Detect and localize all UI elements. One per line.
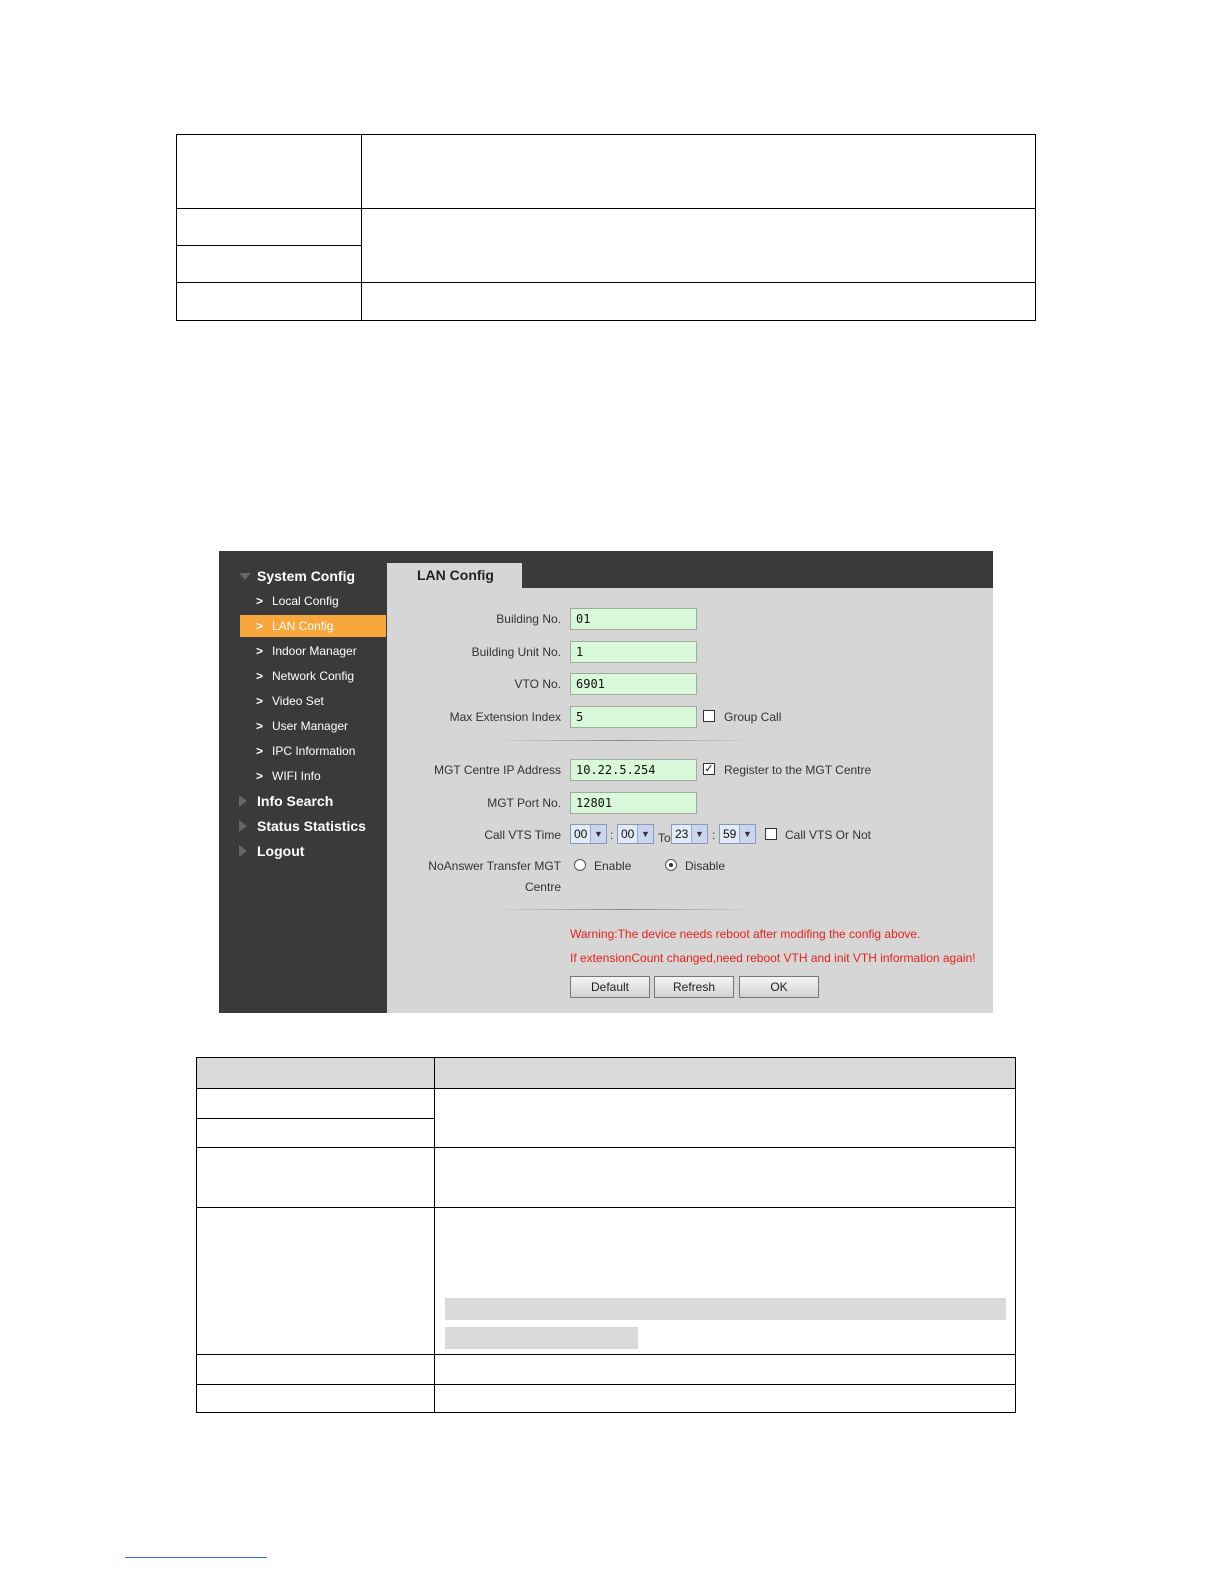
top-table [176, 134, 1036, 321]
building-unit-no-label: Building Unit No. [471, 645, 561, 659]
mgt-centre-ip-input[interactable]: 10.22.5.254 [570, 759, 697, 781]
mgt-port-no-input[interactable]: 12801 [570, 792, 697, 814]
call-vts-or-not-label: Call VTS Or Not [785, 828, 872, 842]
sidebar-item-label: LAN Config [272, 619, 334, 633]
table-row-divider [197, 1384, 1015, 1385]
section-divider [489, 909, 759, 910]
sidebar-item-video-set[interactable]: > Video Set [240, 690, 386, 712]
sidebar-item-lan-config[interactable]: > LAN Config [240, 615, 386, 637]
call-vts-time-label: Call VTS Time [484, 828, 561, 842]
expanded-triangle-icon [239, 573, 251, 580]
end-hour-value: 23 [675, 827, 689, 841]
footnote-separator [125, 1557, 267, 1558]
section-divider [489, 740, 759, 741]
end-minute-select[interactable]: 59 ▼ [719, 824, 756, 844]
chevron-down-icon: ▼ [637, 825, 653, 843]
start-minute-select[interactable]: 00 ▼ [617, 824, 654, 844]
sidebar-item-label: WIFI Info [272, 769, 321, 783]
sidebar-item-label: Indoor Manager [272, 644, 357, 658]
collapsed-triangle-icon [239, 820, 247, 832]
max-extension-index-input[interactable]: 5 [570, 706, 697, 728]
sidebar-item-label: Local Config [272, 594, 339, 608]
chevron-right-icon: > [256, 594, 264, 608]
chevron-down-icon: ▼ [691, 825, 707, 843]
highlight-bar [445, 1327, 638, 1349]
start-hour-select[interactable]: 00 ▼ [570, 824, 607, 844]
lan-config-screenshot: System Config > Local Config > LAN Confi… [219, 551, 993, 1013]
noanswer-transfer-label: NoAnswer Transfer MGT [428, 859, 561, 873]
max-extension-index-label: Max Extension Index [449, 710, 561, 724]
mgt-port-no-label: MGT Port No. [487, 796, 561, 810]
building-no-label: Building No. [496, 612, 561, 626]
vto-no-label: VTO No. [514, 677, 561, 691]
chevron-down-icon: ▼ [590, 825, 606, 843]
chevron-right-icon: > [256, 644, 264, 658]
register-mgt-label: Register to the MGT Centre [724, 763, 872, 777]
mgt-centre-ip-label: MGT Centre IP Address [434, 763, 561, 777]
chevron-right-icon: > [256, 619, 264, 633]
collapsed-triangle-icon [239, 795, 247, 807]
collapsed-triangle-icon [239, 845, 247, 857]
vto-no-input[interactable]: 6901 [570, 673, 697, 695]
extension-warning: If extensionCount changed,need reboot VT… [570, 951, 976, 965]
sidebar-item-ipc-information[interactable]: > IPC Information [240, 740, 386, 762]
sidebar-group-info-search[interactable]: Info Search [257, 793, 333, 809]
sidebar-item-indoor-manager[interactable]: > Indoor Manager [240, 640, 386, 662]
start-minute-value: 00 [621, 827, 635, 841]
default-button[interactable]: Default [570, 976, 650, 998]
top-table-row-divider [177, 282, 1035, 283]
time-separator: : [712, 828, 716, 842]
end-hour-select[interactable]: 23 ▼ [671, 824, 708, 844]
start-hour-value: 00 [574, 827, 588, 841]
sidebar-item-label: Network Config [272, 669, 355, 683]
table-header-row [197, 1058, 1015, 1089]
chevron-right-icon: > [256, 719, 264, 733]
bottom-table [196, 1057, 1016, 1413]
tab-lan-config[interactable]: LAN Config [387, 563, 522, 588]
top-table-row-divider [177, 208, 1035, 209]
time-separator: : [610, 828, 614, 842]
table-row-divider [197, 1118, 434, 1119]
register-mgt-checkbox[interactable]: ✓ [703, 763, 715, 775]
table-row-divider [197, 1147, 1015, 1148]
building-unit-no-input[interactable]: 1 [570, 641, 697, 663]
radio-selected-dot [669, 863, 673, 867]
highlight-bar [445, 1298, 1006, 1320]
chevron-right-icon: > [256, 669, 264, 683]
group-call-checkbox[interactable] [703, 710, 715, 722]
disable-radio-label: Disable [685, 859, 726, 873]
sidebar-group-status-statistics[interactable]: Status Statistics [257, 818, 366, 834]
group-call-label: Group Call [724, 710, 782, 724]
sidebar-item-label: Video Set [272, 694, 324, 708]
sidebar-item-network-config[interactable]: > Network Config [240, 665, 386, 687]
chevron-right-icon: > [256, 744, 264, 758]
noanswer-transfer-label-line2: Centre [524, 880, 561, 894]
enable-radio-label: Enable [594, 859, 632, 873]
sidebar-group-logout[interactable]: Logout [257, 843, 304, 859]
top-table-row-divider [177, 245, 361, 246]
chevron-right-icon: > [256, 769, 264, 783]
table-row-divider [197, 1354, 1015, 1355]
chevron-right-icon: > [256, 694, 264, 708]
call-vts-or-not-checkbox[interactable] [765, 828, 777, 840]
refresh-button[interactable]: Refresh [654, 976, 734, 998]
sidebar-item-wifi-info[interactable]: > WIFI Info [240, 765, 386, 787]
end-minute-value: 59 [723, 827, 737, 841]
top-table-col-divider [361, 135, 362, 320]
table-row-divider [197, 1207, 1015, 1208]
building-no-input[interactable]: 01 [570, 608, 697, 630]
sidebar-item-local-config[interactable]: > Local Config [240, 590, 386, 612]
table-col-divider [434, 1058, 435, 1412]
chevron-down-icon: ▼ [739, 825, 755, 843]
sidebar: System Config > Local Config > LAN Confi… [219, 551, 387, 1013]
sidebar-item-label: IPC Information [272, 744, 356, 758]
to-label: To [658, 831, 671, 845]
reboot-warning: Warning:The device needs reboot after mo… [570, 927, 921, 941]
disable-radio[interactable] [665, 859, 677, 871]
sidebar-item-user-manager[interactable]: > User Manager [240, 715, 386, 737]
sidebar-group-system-config[interactable]: System Config [257, 568, 355, 584]
enable-radio[interactable] [574, 859, 586, 871]
sidebar-item-label: User Manager [272, 719, 349, 733]
ok-button[interactable]: OK [739, 976, 819, 998]
